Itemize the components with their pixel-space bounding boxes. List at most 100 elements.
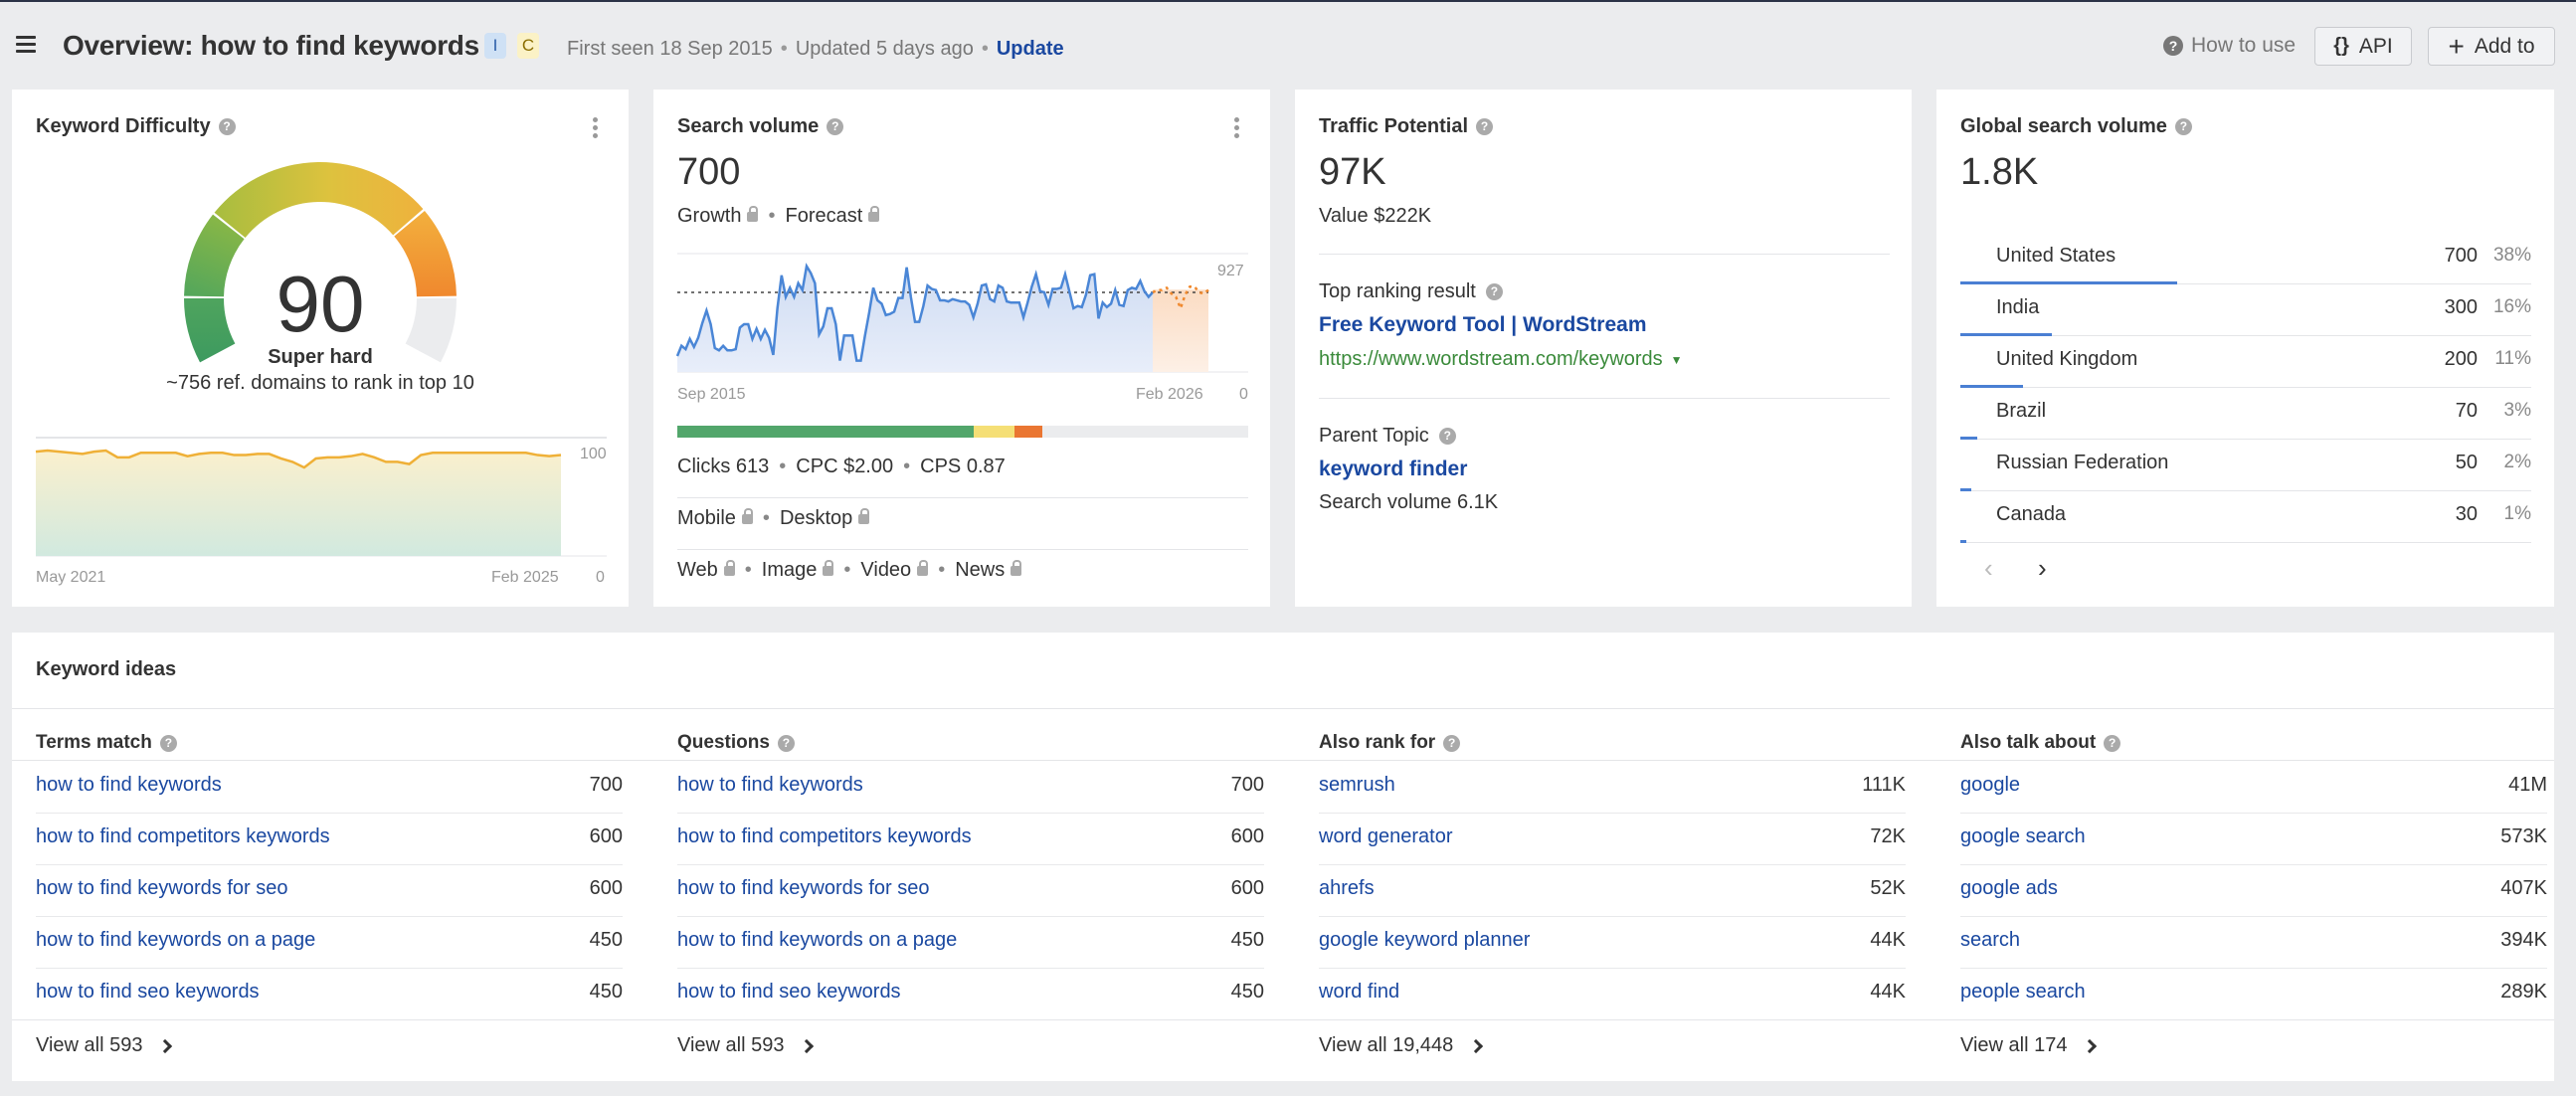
traffic-potential-card: Traffic Potential ? 97K Value $222K Top … — [1295, 90, 1912, 607]
keyword-link[interactable]: how to find keywords on a page — [36, 929, 315, 952]
divider — [1319, 398, 1890, 399]
keyword-link[interactable]: search — [1960, 929, 2020, 952]
keyword-volume: 450 — [1230, 981, 1264, 1003]
view-all-link[interactable]: View all 593 — [36, 1034, 173, 1057]
parent-topic-link[interactable]: keyword finder — [1319, 457, 1467, 481]
help-icon[interactable]: ? — [1476, 118, 1494, 135]
keyword-volume: 52K — [1870, 877, 1906, 899]
keyword-link[interactable]: how to find keywords — [36, 774, 222, 797]
keyword-link[interactable]: people search — [1960, 981, 2086, 1004]
keyword-volume: 44K — [1870, 929, 1906, 951]
divider — [677, 549, 1248, 550]
serp-type-row: Web • Image • Video • News — [677, 559, 1022, 582]
keyword-row: how to find keywords for seo 600 — [677, 865, 1264, 917]
help-icon[interactable]: ? — [1438, 428, 1456, 445]
keyword-link[interactable]: how to find seo keywords — [36, 981, 260, 1004]
keyword-link[interactable]: google search — [1960, 825, 2086, 848]
view-all-link[interactable]: View all 593 — [677, 1034, 815, 1057]
card-title: Global search volume ? — [1960, 115, 2192, 138]
help-icon[interactable]: ? — [2104, 734, 2121, 752]
column-heading: Terms match? — [36, 732, 177, 754]
keyword-link[interactable]: how to find competitors keywords — [677, 825, 972, 848]
view-all-label: View all 593 — [677, 1034, 785, 1056]
keyword-link[interactable]: google ads — [1960, 877, 2058, 900]
keyword-link[interactable]: google keyword planner — [1319, 929, 1530, 952]
country-share-bar — [1960, 437, 1978, 440]
lock-icon — [823, 560, 834, 576]
first-seen: First seen 18 Sep 2015 — [567, 38, 773, 60]
next-page-icon[interactable]: › — [2038, 553, 2047, 584]
update-link[interactable]: Update — [997, 38, 1064, 60]
add-to-button-label: Add to — [2474, 34, 2535, 58]
add-to-button[interactable]: + Add to — [2428, 27, 2555, 66]
country-volume: 70 — [2455, 400, 2478, 422]
keyword-volume: 600 — [1230, 825, 1264, 847]
top-ranking-url[interactable]: https://www.wordstream.com/keywords ▼ — [1319, 348, 1683, 371]
kd-history-chart — [35, 437, 607, 557]
keyword-link[interactable]: how to find keywords on a page — [677, 929, 957, 952]
prev-page-icon[interactable]: ‹ — [1984, 553, 1993, 584]
country-row[interactable]: Canada 30 1% — [1960, 498, 2531, 550]
help-icon[interactable]: ? — [827, 118, 844, 135]
how-to-use-link[interactable]: ? How to use — [2163, 34, 2296, 58]
lock-icon — [741, 508, 753, 524]
keyword-volume: 289K — [2500, 981, 2547, 1003]
keyword-link[interactable]: word find — [1319, 981, 1399, 1004]
keyword-row: how to find keywords on a page 450 — [677, 917, 1264, 969]
help-icon[interactable]: ? — [159, 734, 177, 752]
keyword-volume: 394K — [2500, 929, 2547, 951]
chevron-right-icon — [2083, 1038, 2098, 1053]
keyword-link[interactable]: how to find keywords — [677, 774, 863, 797]
keyword-row: google search 573K — [1960, 814, 2547, 865]
api-button[interactable]: {} API — [2314, 27, 2412, 66]
top-ranking-title-link[interactable]: Free Keyword Tool | WordStream — [1319, 313, 1647, 337]
keyword-volume: 41M — [2508, 774, 2547, 796]
keyword-link[interactable]: how to find keywords for seo — [36, 877, 287, 900]
help-icon[interactable]: ? — [1443, 734, 1461, 752]
help-icon[interactable]: ? — [777, 734, 795, 752]
keyword-link[interactable]: word generator — [1319, 825, 1453, 848]
search-volume-card: Search volume ? 700 Growth • Forecast 927 … — [653, 90, 1270, 607]
row-divider — [1960, 490, 2531, 491]
lock-icon — [868, 206, 880, 222]
country-row[interactable]: Russian Federation 50 2% — [1960, 447, 2531, 498]
menu-icon[interactable] — [16, 36, 36, 53]
country-row[interactable]: India 300 16% — [1960, 291, 2531, 343]
help-icon[interactable]: ? — [2174, 118, 2192, 135]
country-percent: 3% — [2503, 400, 2531, 421]
keyword-volume: 111K — [1862, 774, 1906, 796]
help-icon[interactable]: ? — [1485, 283, 1503, 300]
more-options-icon[interactable] — [1232, 117, 1240, 139]
keyword-row: how to find keywords on a page 450 — [36, 917, 623, 969]
keyword-link[interactable]: how to find keywords for seo — [677, 877, 929, 900]
country-name: Russian Federation — [1996, 452, 2169, 473]
view-all-link[interactable]: View all 19,448 — [1319, 1034, 1484, 1057]
column-heading-label: Also rank for — [1319, 732, 1436, 753]
kd-x-end-label: Feb 2025 — [491, 569, 559, 586]
keyword-row: word find 44K — [1319, 969, 1906, 1020]
clicks-segment-other — [1013, 426, 1043, 438]
caret-down-icon[interactable]: ▼ — [1671, 353, 1683, 367]
global-volume-value: 1.8K — [1960, 151, 2039, 193]
keyword-link[interactable]: how to find seo keywords — [677, 981, 901, 1004]
country-row[interactable]: United States 700 38% — [1960, 240, 2531, 291]
country-share-bar — [1960, 385, 2024, 388]
keyword-volume: 450 — [589, 929, 623, 951]
clicks-value: Clicks 613 — [677, 456, 770, 477]
keyword-link[interactable]: google — [1960, 774, 2020, 797]
keyword-volume: 72K — [1870, 825, 1906, 847]
view-all-link[interactable]: View all 174 — [1960, 1034, 2098, 1057]
traffic-potential-title: Traffic Potential — [1319, 115, 1469, 137]
keyword-link[interactable]: semrush — [1319, 774, 1395, 797]
country-percent: 1% — [2503, 503, 2531, 524]
search-volume-chart — [675, 253, 1248, 373]
keyword-link[interactable]: ahrefs — [1319, 877, 1375, 900]
keyword-link[interactable]: how to find competitors keywords — [36, 825, 330, 848]
country-row[interactable]: United Kingdom 200 11% — [1960, 343, 2531, 395]
keyword-row: search 394K — [1960, 917, 2547, 969]
country-row[interactable]: Brazil 70 3% — [1960, 395, 2531, 447]
divider — [12, 760, 2554, 761]
page-header: Overview: how to find keywords I C First… — [0, 2, 2576, 90]
lock-icon — [858, 508, 870, 524]
keyword-row: how to find competitors keywords 600 — [36, 814, 623, 865]
